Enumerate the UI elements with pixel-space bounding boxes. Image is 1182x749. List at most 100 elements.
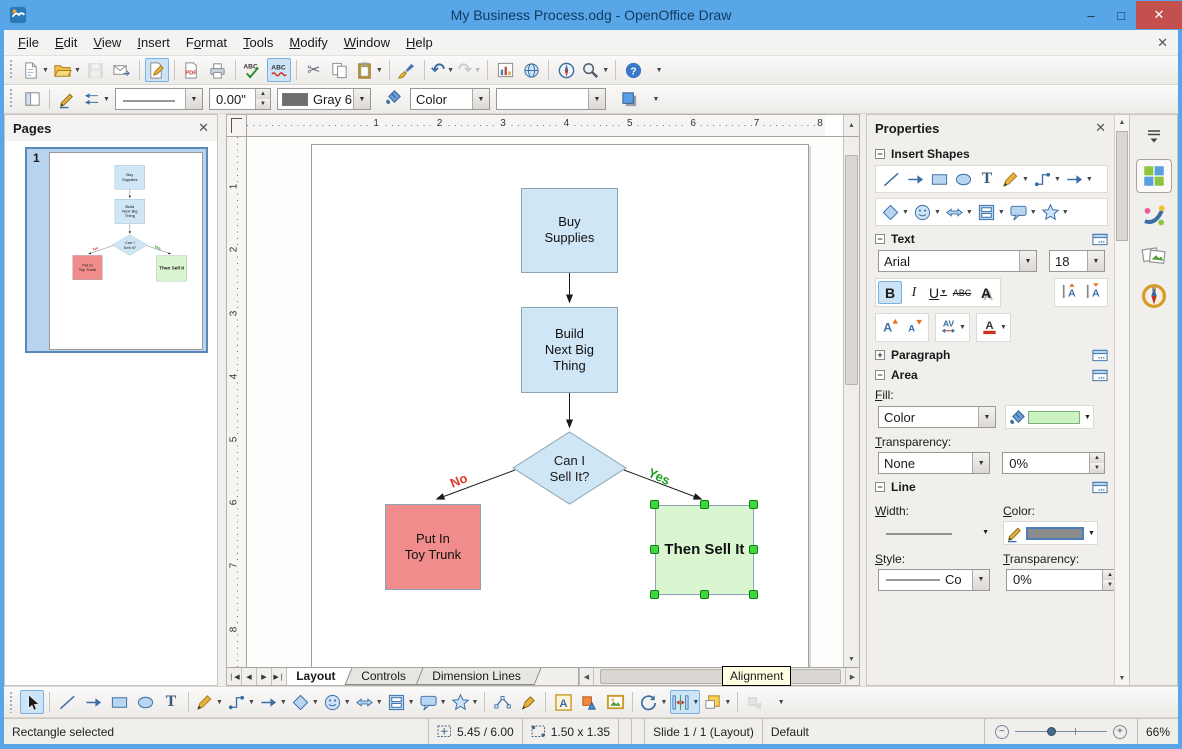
dropdown-arrow-icon[interactable]: ▼ bbox=[1062, 209, 1069, 216]
lines-arrows-tool[interactable]: ▼ bbox=[258, 690, 288, 714]
spin-down-icon[interactable]: ▼ bbox=[1103, 579, 1114, 590]
auto-spellcheck[interactable]: ABC bbox=[266, 58, 291, 82]
fill-type-dropdown-icon[interactable]: ▼ bbox=[978, 407, 995, 427]
basic-shapes-tool[interactable]: ▼ bbox=[290, 690, 320, 714]
fill-type-dropdown-icon[interactable]: ▼ bbox=[471, 89, 489, 109]
minimize-button[interactable]: – bbox=[1076, 1, 1106, 29]
menu-window[interactable]: Window bbox=[336, 32, 398, 53]
print-file[interactable] bbox=[206, 58, 230, 82]
dropdown-arrow-icon[interactable]: ▼ bbox=[216, 699, 223, 706]
star-shapes-tool[interactable]: ▼ bbox=[450, 690, 480, 714]
selection-handle[interactable] bbox=[699, 589, 709, 599]
connector-tool[interactable]: ▼ bbox=[226, 690, 256, 714]
arrow-tool[interactable] bbox=[81, 690, 105, 714]
flowchart-box-build-next-big-thing[interactable]: Build Next Big Thing bbox=[520, 306, 618, 393]
dropdown-arrow-icon[interactable]: ▼ bbox=[344, 699, 351, 706]
styles-and-formatting[interactable] bbox=[20, 87, 44, 111]
toolbar-options[interactable]: ▼ bbox=[769, 690, 793, 714]
properties-tab[interactable] bbox=[1135, 159, 1172, 193]
drawing-workspace[interactable]: Buy Supplies Build Next Big Thing Can I Sell… bbox=[246, 136, 844, 668]
fill-type-select[interactable]: Color ▼ bbox=[878, 406, 996, 428]
toolbar-grip[interactable] bbox=[8, 89, 15, 109]
dropdown-arrow-icon[interactable]: ▼ bbox=[1030, 209, 1037, 216]
dropdown-arrow-icon[interactable]: ▼ bbox=[660, 699, 667, 706]
page-thumbnail[interactable]: 1 Buy Supplies Build Next Big Thing Can … bbox=[25, 147, 208, 353]
font-name-select[interactable]: Arial ▼ bbox=[878, 250, 1037, 272]
line-style-select[interactable]: Co ▼ bbox=[878, 568, 990, 591]
collapse-icon[interactable]: − bbox=[875, 482, 885, 492]
glue-points[interactable] bbox=[516, 690, 540, 714]
menu-tools[interactable]: Tools bbox=[235, 32, 281, 53]
zoom-tool[interactable]: ▼ bbox=[580, 58, 610, 82]
scrollbar-thumb[interactable] bbox=[845, 154, 858, 385]
symbol-shapes-tool[interactable]: ▼ bbox=[322, 690, 352, 714]
spelling[interactable]: ABC bbox=[241, 58, 265, 82]
underline-button[interactable]: U ▼ bbox=[926, 281, 950, 304]
line-tool[interactable] bbox=[55, 690, 79, 714]
selection-handle[interactable] bbox=[699, 499, 709, 509]
scroll-right-icon[interactable]: ▶ bbox=[845, 668, 859, 685]
dropdown-arrow-icon[interactable]: ▼ bbox=[280, 699, 287, 706]
paste[interactable]: ▼ bbox=[354, 58, 384, 82]
insert-lines-arrows[interactable]: ▼ bbox=[1064, 168, 1094, 190]
text-dialog-launcher-icon[interactable] bbox=[1092, 233, 1108, 246]
collapse-icon[interactable]: − bbox=[875, 149, 885, 159]
arrange[interactable]: ▼ bbox=[702, 690, 732, 714]
dropdown-arrow-icon[interactable]: ▼ bbox=[447, 67, 454, 74]
line-style-dropdown-icon[interactable]: ▼ bbox=[972, 569, 989, 590]
transparency-type-select[interactable]: None ▼ bbox=[878, 452, 991, 474]
dropdown-arrow-icon[interactable]: ▼ bbox=[966, 209, 973, 216]
tab-dimension-lines[interactable]: Dimension Lines bbox=[415, 668, 542, 685]
open-document[interactable]: ▼ bbox=[52, 58, 82, 82]
close-button[interactable]: ✕ bbox=[1136, 1, 1182, 29]
menu-view[interactable]: View bbox=[85, 32, 129, 53]
fill-color-dropdown-icon[interactable]: ▼ bbox=[587, 89, 605, 109]
selection-handle[interactable] bbox=[748, 589, 758, 599]
zoom-slider-thumb[interactable] bbox=[1046, 727, 1056, 736]
selection-handle[interactable] bbox=[649, 544, 659, 554]
spin-up-icon[interactable]: ▲ bbox=[1090, 453, 1104, 463]
panel-splitter[interactable] bbox=[218, 114, 226, 686]
font-size-dropdown-icon[interactable]: ▼ bbox=[1087, 251, 1104, 271]
text-shadow-button[interactable]: A bbox=[974, 281, 998, 304]
copy[interactable] bbox=[328, 58, 352, 82]
dropdown-arrow-icon[interactable]: ▼ bbox=[692, 699, 699, 706]
horizontal-scrollbar[interactable]: ◀ ▶ bbox=[579, 668, 859, 685]
navigator-tab[interactable]: N bbox=[1136, 279, 1172, 313]
dropdown-arrow-icon[interactable]: ▼ bbox=[376, 67, 383, 74]
curve-tool[interactable]: ▼ bbox=[194, 690, 224, 714]
line-dialog-launcher-icon[interactable] bbox=[1092, 481, 1108, 494]
export-pdf[interactable]: PDF bbox=[180, 58, 204, 82]
scroll-up-icon[interactable]: ▲ bbox=[1115, 115, 1129, 129]
flowchart-box-buy-supplies[interactable]: Buy Supplies bbox=[520, 187, 618, 273]
gallery[interactable] bbox=[577, 690, 601, 714]
horizontal-ruler[interactable]: 1 2 3 4 5 6 7 8 bbox=[247, 115, 825, 136]
edit-file[interactable] bbox=[144, 58, 169, 82]
decrease-font-button[interactable]: A bbox=[902, 316, 926, 339]
master-pages-tab[interactable] bbox=[1136, 239, 1172, 273]
edit-points[interactable] bbox=[490, 690, 514, 714]
dropdown-arrow-icon[interactable]: ▼ bbox=[408, 699, 415, 706]
menu-modify[interactable]: Modify bbox=[281, 32, 335, 53]
dropdown-arrow-icon[interactable]: ▼ bbox=[934, 209, 941, 216]
pages-panel-close-icon[interactable]: ✕ bbox=[198, 120, 209, 136]
next-page-icon[interactable]: ▶ bbox=[257, 668, 272, 685]
vertical-scrollbar[interactable]: ▼ bbox=[843, 136, 859, 668]
dropdown-arrow-icon[interactable]: ▼ bbox=[472, 699, 479, 706]
spin-down-icon[interactable]: ▼ bbox=[255, 99, 270, 109]
dropdown-arrow-icon[interactable]: ▼ bbox=[248, 699, 255, 706]
arrow-style[interactable]: ▼ bbox=[81, 87, 111, 111]
symbol-shapes[interactable]: ▼ bbox=[912, 201, 942, 223]
email-document[interactable] bbox=[110, 58, 134, 82]
flowchart-shapes-tool[interactable]: ▼ bbox=[386, 690, 416, 714]
scroll-left-icon[interactable]: ◀ bbox=[579, 668, 593, 685]
format-paintbrush[interactable] bbox=[395, 58, 419, 82]
navigator[interactable] bbox=[554, 58, 578, 82]
collapse-icon[interactable]: − bbox=[875, 370, 885, 380]
menu-file[interactable]: File bbox=[10, 32, 47, 53]
dropdown-arrow-icon[interactable]: ▼ bbox=[376, 699, 383, 706]
menu-help[interactable]: Help bbox=[398, 32, 441, 53]
undo[interactable]: ↶ ▼ bbox=[430, 58, 455, 82]
sidebar-menu-button[interactable] bbox=[1136, 119, 1172, 153]
section-text[interactable]: − Text bbox=[875, 232, 1108, 246]
